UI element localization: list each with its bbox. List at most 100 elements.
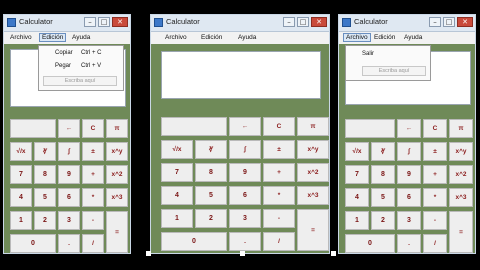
key-7[interactable]: 7 — [161, 163, 193, 182]
menu-edicion[interactable]: Edición — [201, 34, 222, 41]
menu-type-here-input[interactable]: Escriba aquí — [362, 66, 426, 76]
key-4[interactable]: 4 — [10, 188, 32, 207]
key-backspace[interactable]: ← — [397, 119, 421, 138]
key-divide[interactable]: / — [82, 234, 104, 253]
key-0[interactable]: 0 — [10, 234, 56, 253]
title-bar[interactable]: Calculator – □ ✕ — [151, 15, 329, 32]
key-blank[interactable] — [161, 117, 227, 136]
key-square[interactable]: x^2 — [449, 165, 473, 184]
key-divide[interactable]: / — [263, 232, 295, 251]
menu-ayuda[interactable]: Ayuda — [404, 34, 422, 41]
key-integral[interactable]: ∫ — [229, 140, 261, 159]
key-minus[interactable]: - — [423, 211, 447, 230]
key-integral[interactable]: ∫ — [397, 142, 421, 161]
key-decimal[interactable]: . — [397, 234, 421, 253]
key-multiply[interactable]: * — [263, 186, 295, 205]
key-plus-minus[interactable]: ± — [423, 142, 447, 161]
key-5[interactable]: 5 — [371, 188, 395, 207]
maximize-button[interactable]: □ — [443, 17, 455, 27]
close-button[interactable]: ✕ — [112, 17, 128, 27]
title-bar[interactable]: Calculator – □ ✕ — [339, 15, 475, 32]
key-1[interactable]: 1 — [10, 211, 32, 230]
key-power[interactable]: x^y — [449, 142, 473, 161]
key-9[interactable]: 9 — [58, 165, 80, 184]
key-equals[interactable]: = — [449, 211, 473, 253]
key-3[interactable]: 3 — [397, 211, 421, 230]
key-decimal[interactable]: . — [229, 232, 261, 251]
key-2[interactable]: 2 — [34, 211, 56, 230]
key-pi[interactable]: π — [449, 119, 473, 138]
key-9[interactable]: 9 — [229, 163, 261, 182]
menu-archivo[interactable]: Archivo — [165, 34, 187, 41]
minimize-button[interactable]: – — [84, 17, 96, 27]
menu-archivo[interactable]: Archivo — [343, 33, 371, 42]
key-3[interactable]: 3 — [229, 209, 261, 228]
key-decimal[interactable]: . — [58, 234, 80, 253]
key-6[interactable]: 6 — [229, 186, 261, 205]
key-plus[interactable]: + — [82, 165, 104, 184]
menu-item-copiar[interactable]: Copiar Ctrl + C — [39, 48, 123, 59]
key-root[interactable]: √/x — [345, 142, 369, 161]
key-5[interactable]: 5 — [195, 186, 227, 205]
minimize-button[interactable]: – — [283, 17, 295, 27]
key-7[interactable]: 7 — [345, 165, 369, 184]
key-integral[interactable]: ∫ — [58, 142, 80, 161]
key-equals[interactable]: = — [297, 209, 329, 251]
key-7[interactable]: 7 — [10, 165, 32, 184]
key-clear[interactable]: C — [82, 119, 104, 138]
key-pi[interactable]: π — [106, 119, 128, 138]
key-divide[interactable]: / — [423, 234, 447, 253]
key-blank[interactable] — [10, 119, 56, 138]
key-plus[interactable]: + — [263, 163, 295, 182]
key-plus-minus[interactable]: ± — [82, 142, 104, 161]
key-backspace[interactable]: ← — [229, 117, 261, 136]
key-multiply[interactable]: * — [423, 188, 447, 207]
menu-item-pegar[interactable]: Pegar Ctrl + V — [39, 61, 123, 72]
key-3[interactable]: 3 — [58, 211, 80, 230]
key-power[interactable]: x^y — [106, 142, 128, 161]
key-8[interactable]: 8 — [195, 163, 227, 182]
key-4[interactable]: 4 — [345, 188, 369, 207]
key-pi[interactable]: π — [297, 117, 329, 136]
key-blank[interactable] — [345, 119, 395, 138]
key-root[interactable]: √/x — [10, 142, 32, 161]
key-square[interactable]: x^2 — [106, 165, 128, 184]
key-4[interactable]: 4 — [161, 186, 193, 205]
key-power[interactable]: x^y — [297, 140, 329, 159]
key-multiply[interactable]: * — [82, 188, 104, 207]
key-cube-root[interactable]: ∛ — [371, 142, 395, 161]
key-backspace[interactable]: ← — [58, 119, 80, 138]
key-clear[interactable]: C — [423, 119, 447, 138]
key-6[interactable]: 6 — [397, 188, 421, 207]
key-1[interactable]: 1 — [345, 211, 369, 230]
menu-item-salir[interactable]: Salir — [346, 49, 430, 60]
key-cube-root[interactable]: ∛ — [195, 140, 227, 159]
key-equals[interactable]: = — [106, 211, 128, 253]
key-cube[interactable]: x^3 — [106, 188, 128, 207]
maximize-button[interactable]: □ — [98, 17, 110, 27]
key-6[interactable]: 6 — [58, 188, 80, 207]
key-cube[interactable]: x^3 — [449, 188, 473, 207]
key-clear[interactable]: C — [263, 117, 295, 136]
key-9[interactable]: 9 — [397, 165, 421, 184]
menu-edicion[interactable]: Edición — [374, 34, 395, 41]
menu-edicion[interactable]: Edición — [39, 33, 67, 42]
key-2[interactable]: 2 — [195, 209, 227, 228]
key-cube-root[interactable]: ∛ — [34, 142, 56, 161]
key-2[interactable]: 2 — [371, 211, 395, 230]
title-bar[interactable]: Calculator – □ ✕ — [4, 15, 130, 32]
menu-type-here-input[interactable]: Escriba aquí — [43, 76, 117, 86]
key-0[interactable]: 0 — [345, 234, 395, 253]
menu-archivo[interactable]: Archivo — [10, 34, 32, 41]
key-8[interactable]: 8 — [34, 165, 56, 184]
minimize-button[interactable]: – — [429, 17, 441, 27]
key-8[interactable]: 8 — [371, 165, 395, 184]
menu-ayuda[interactable]: Ayuda — [238, 34, 256, 41]
key-minus[interactable]: - — [82, 211, 104, 230]
maximize-button[interactable]: □ — [297, 17, 309, 27]
key-plus-minus[interactable]: ± — [263, 140, 295, 159]
key-plus[interactable]: + — [423, 165, 447, 184]
key-5[interactable]: 5 — [34, 188, 56, 207]
key-root[interactable]: √/x — [161, 140, 193, 159]
close-button[interactable]: ✕ — [311, 17, 327, 27]
